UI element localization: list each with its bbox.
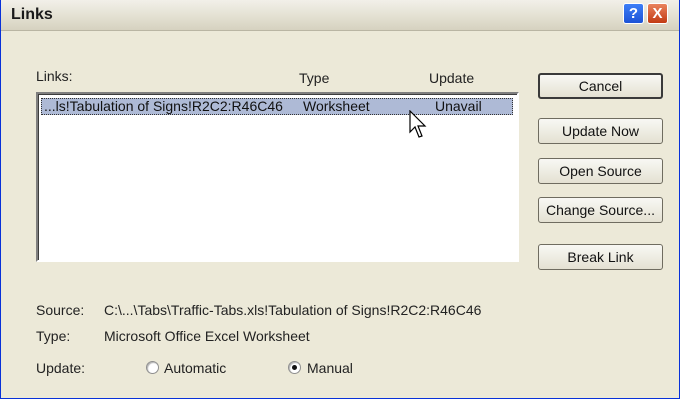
mouse-pointer-icon	[409, 110, 427, 138]
source-label: Source:	[36, 302, 85, 318]
links-listbox[interactable]: ...ls!Tabulation of Signs!R2C2:R46C46 Wo…	[36, 92, 519, 262]
cancel-button[interactable]: Cancel	[538, 73, 663, 99]
manual-radio-label[interactable]: Manual	[307, 360, 353, 376]
update-label: Update:	[36, 360, 86, 376]
link-name-cell: ...ls!Tabulation of Signs!R2C2:R46C46	[44, 98, 283, 114]
close-button[interactable]: X	[647, 3, 668, 24]
change-source-button[interactable]: Change Source...	[538, 197, 663, 223]
links-header: Links:	[36, 68, 73, 84]
automatic-radio[interactable]	[146, 361, 159, 374]
help-button[interactable]: ?	[623, 3, 644, 24]
links-dialog: Links ? X Links: Type Update ...ls!Tabul…	[0, 0, 680, 399]
close-icon: X	[652, 5, 663, 22]
update-now-button[interactable]: Update Now	[538, 118, 663, 144]
manual-radio[interactable]	[288, 361, 301, 374]
question-mark-icon: ?	[628, 5, 639, 22]
radio-selected-dot	[292, 365, 297, 370]
link-type-cell: Worksheet	[303, 98, 370, 114]
window-title: Links	[11, 6, 53, 23]
type-column-header: Type	[299, 70, 330, 86]
type-label: Type:	[36, 328, 71, 344]
link-update-cell: Unavail	[435, 98, 482, 114]
update-column-header: Update	[429, 70, 475, 86]
title-bar[interactable]: Links ? X	[1, 0, 679, 31]
list-item[interactable]: ...ls!Tabulation of Signs!R2C2:R46C46 Wo…	[41, 98, 513, 115]
open-source-button[interactable]: Open Source	[538, 158, 663, 184]
automatic-radio-label[interactable]: Automatic	[164, 360, 226, 376]
type-value: Microsoft Office Excel Worksheet	[104, 328, 310, 344]
source-value: C:\...\Tabs\Traffic-Tabs.xls!Tabulation …	[104, 302, 482, 318]
break-link-button[interactable]: Break Link	[538, 244, 663, 270]
